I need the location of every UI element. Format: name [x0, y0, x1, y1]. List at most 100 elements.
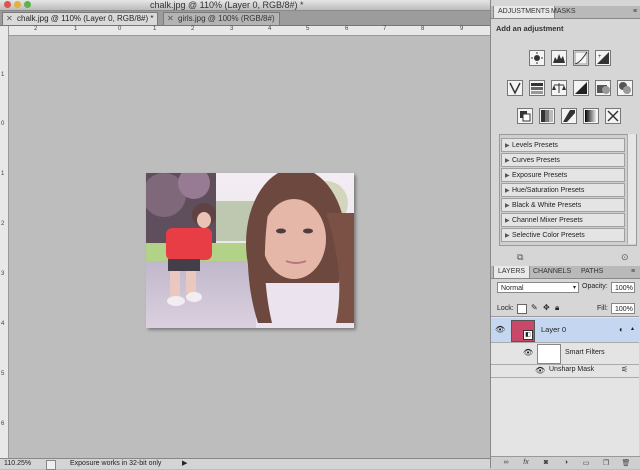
- photo-image[interactable]: [146, 173, 354, 328]
- ruler-number: 8: [421, 26, 425, 32]
- tab-adjustments[interactable]: ADJUSTMENTS: [493, 6, 555, 18]
- layer-name[interactable]: Layer 0: [541, 325, 566, 334]
- selective-color-icon[interactable]: [605, 108, 621, 124]
- fill-field[interactable]: 100%: [611, 303, 635, 314]
- exposure-icon[interactable]: +: [595, 50, 611, 66]
- smart-filters-label: Smart Filters: [565, 349, 605, 356]
- hue-saturation-icon[interactable]: [529, 80, 545, 96]
- preset-selective-color[interactable]: Selective Color Presets: [501, 228, 625, 243]
- preset-hue-saturation[interactable]: Hue/Saturation Presets: [501, 183, 625, 198]
- invert-icon[interactable]: [517, 108, 533, 124]
- ruler-number: 6: [345, 26, 349, 32]
- blend-mode-value: Normal: [501, 285, 524, 292]
- curves-icon[interactable]: [573, 50, 589, 66]
- expand-triangle-icon[interactable]: ▴: [631, 325, 634, 332]
- gradient-map-icon[interactable]: [583, 108, 599, 124]
- preset-exposure[interactable]: Exposure Presets: [501, 168, 625, 183]
- trash-icon[interactable]: 🗑︎: [621, 459, 631, 467]
- lock-label: Lock:: [497, 305, 514, 312]
- ruler-number: 1: [1, 72, 5, 78]
- smart-object-icon: ◧: [523, 330, 533, 340]
- opacity-field[interactable]: 100%: [611, 282, 635, 293]
- visibility-eye-icon[interactable]: 👁︎: [535, 367, 545, 375]
- adjustments-menu-icon[interactable]: ⊙: [621, 252, 633, 262]
- presets-scrollbar[interactable]: [627, 134, 636, 244]
- adjustment-layer-icon[interactable]: ◑: [561, 459, 571, 467]
- ruler-number: 2: [1, 221, 5, 227]
- preset-black-white[interactable]: Black & White Presets: [501, 198, 625, 213]
- preset-curves[interactable]: Curves Presets: [501, 153, 625, 168]
- close-icon[interactable]: ✕: [167, 13, 174, 25]
- filter-mask-thumbnail: [537, 344, 561, 364]
- tab-layers[interactable]: LAYERS: [493, 266, 531, 278]
- preset-channel-mixer[interactable]: Channel Mixer Presets: [501, 213, 625, 228]
- posterize-icon[interactable]: [539, 108, 555, 124]
- brightness-contrast-icon[interactable]: [529, 50, 545, 66]
- ruler-number: 3: [230, 26, 234, 32]
- lock-all-icon[interactable]: 🔒︎: [555, 303, 559, 313]
- preset-levels[interactable]: Levels Presets: [501, 138, 625, 153]
- channel-mixer-icon[interactable]: [617, 80, 633, 96]
- levels-icon[interactable]: [551, 50, 567, 66]
- add-mask-icon[interactable]: ◙: [541, 459, 551, 467]
- black-white-icon[interactable]: [573, 80, 589, 96]
- tab-girls[interactable]: ✕ girls.jpg @ 100% (RGB/8#): [163, 12, 280, 25]
- ruler-number: 5: [306, 26, 310, 32]
- opacity-label: Opacity:: [582, 283, 608, 290]
- tab-channels[interactable]: CHANNELS: [529, 266, 575, 278]
- link-icon[interactable]: ∞: [501, 459, 511, 467]
- layer-row-unsharp-mask[interactable]: 👁︎ Unsharp Mask ⚟: [491, 364, 639, 378]
- filter-options-icon[interactable]: ⚟: [621, 365, 628, 374]
- filter-name: Unsharp Mask: [549, 366, 595, 373]
- status-bar: 110.25% Exposure works in 32-bit only ▶: [0, 458, 490, 470]
- ruler-horizontal: 2 1 0 1 2 3 4 5 6 7 8 9: [8, 26, 490, 36]
- minimize-window-button[interactable]: [14, 1, 21, 8]
- photo-illustration: [146, 173, 354, 328]
- layer-row-layer0[interactable]: 👁︎ ◧ Layer 0 ◐ ▴: [491, 318, 639, 343]
- tab-label: girls.jpg @ 100% (RGB/8#): [178, 14, 275, 23]
- status-preview-icon[interactable]: [46, 460, 56, 470]
- ruler-number: 0: [118, 26, 122, 32]
- adjustments-tab-row: ADJUSTMENTS MASKS ≡: [491, 6, 640, 19]
- layers-tab-row: LAYERS CHANNELS PATHS ≡: [491, 266, 640, 279]
- ruler-number: 6: [1, 421, 5, 427]
- color-balance-icon[interactable]: [551, 80, 567, 96]
- new-layer-icon[interactable]: ❐: [601, 459, 611, 467]
- fx-icon[interactable]: fx: [521, 459, 531, 467]
- blend-mode-select[interactable]: Normal ▾: [497, 282, 579, 293]
- zoom-window-button[interactable]: [24, 1, 31, 8]
- ruler-number: 9: [460, 26, 464, 32]
- ruler-number: 2: [34, 26, 38, 32]
- ruler-number: 0: [1, 121, 5, 127]
- group-icon[interactable]: ▭: [581, 459, 591, 467]
- ruler-number: 5: [1, 371, 5, 377]
- lock-image-icon[interactable]: ✎: [531, 303, 538, 312]
- ruler-number: 1: [74, 26, 78, 32]
- tab-chalk[interactable]: ✕ chalk.jpg @ 110% (Layer 0, RGB/8#) *: [2, 12, 159, 25]
- lock-position-icon[interactable]: ✥: [543, 303, 550, 312]
- close-window-button[interactable]: [4, 1, 11, 8]
- panel-menu-icon[interactable]: ≡: [629, 6, 640, 18]
- photo-filter-icon[interactable]: [595, 80, 611, 96]
- visibility-eye-icon[interactable]: 👁︎: [523, 349, 533, 357]
- ruler-vertical: 1 0 1 2 3 4 5 6: [0, 26, 9, 458]
- threshold-icon[interactable]: [561, 108, 577, 124]
- svg-text:+: +: [598, 54, 602, 60]
- layer-row-smart-filters[interactable]: 👁︎ Smart Filters: [491, 342, 639, 365]
- ruler-number: 1: [1, 171, 5, 177]
- vibrance-icon[interactable]: [507, 80, 523, 96]
- ruler-number: 4: [268, 26, 272, 32]
- clip-to-layer-icon[interactable]: ⧉: [517, 252, 529, 262]
- lock-transparent-icon[interactable]: [517, 304, 527, 314]
- panel-menu-icon[interactable]: ≡: [627, 266, 639, 278]
- ruler-number: 7: [383, 26, 387, 32]
- window-titlebar: chalk.jpg @ 110% (Layer 0, RGB/8#) *: [0, 0, 490, 11]
- chevron-down-icon: ▾: [572, 285, 576, 291]
- tab-paths[interactable]: PATHS: [577, 266, 607, 278]
- tab-masks[interactable]: MASKS: [547, 6, 580, 18]
- tab-label: chalk.jpg @ 110% (Layer 0, RGB/8#) *: [17, 14, 154, 23]
- ruler-number: 1: [153, 26, 157, 32]
- ruler-number: 2: [191, 26, 195, 32]
- visibility-eye-icon[interactable]: 👁︎: [495, 326, 505, 334]
- close-icon[interactable]: ✕: [6, 13, 13, 25]
